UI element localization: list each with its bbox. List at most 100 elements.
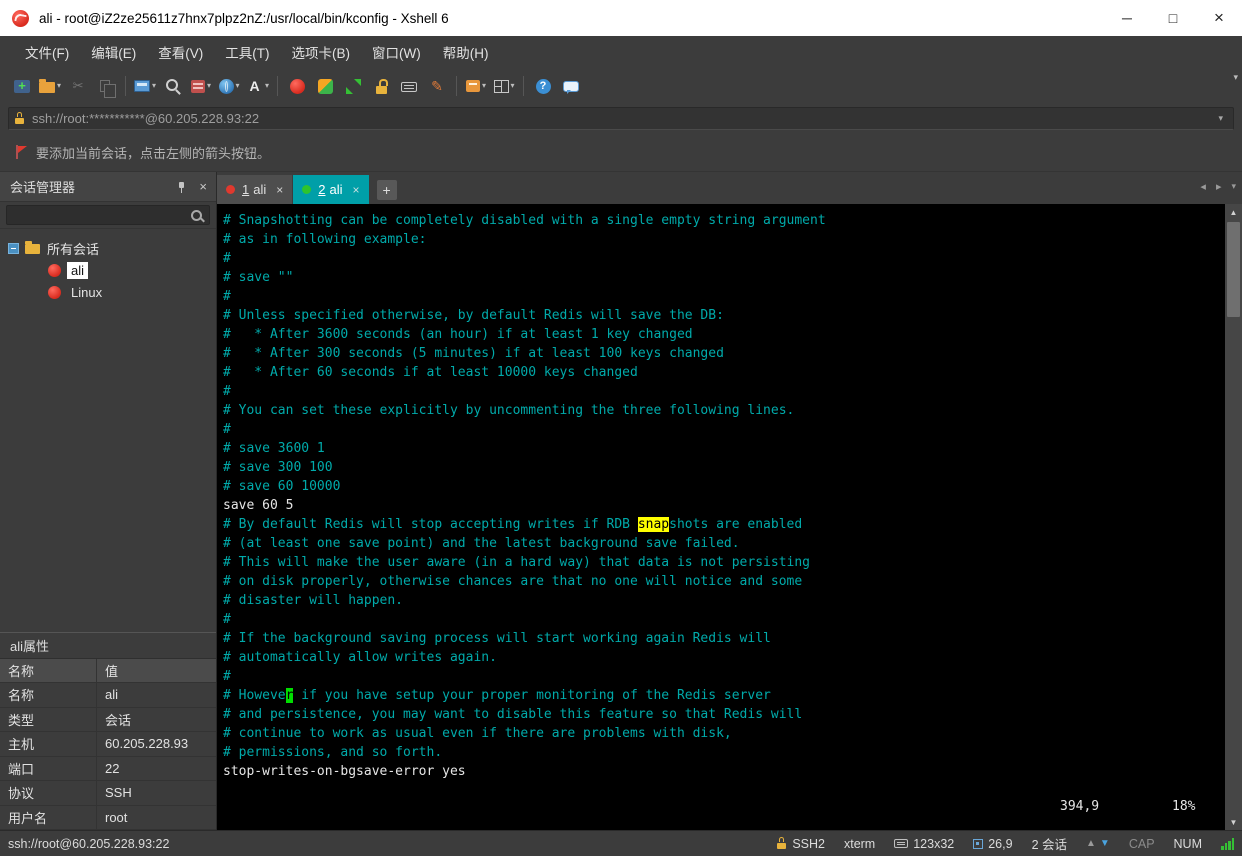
address-url[interactable]: ssh://root:***********@60.205.228.93:22 [32,111,1214,126]
scrollbar-track[interactable] [1225,220,1242,814]
panel-close-icon[interactable]: × [196,179,210,194]
session-tab-2[interactable]: 2 ali × [293,175,369,204]
property-key: 名称 [0,683,97,707]
terminal-line: # save 60 10000 [223,479,341,494]
xshell-icon[interactable] [283,72,311,100]
close-button[interactable]: × [1196,0,1242,36]
vertical-scrollbar[interactable]: ▲ ▼ [1225,204,1242,830]
window-layout-icon [493,79,509,93]
find-icon[interactable] [159,72,187,100]
tab-scroll-left-icon[interactable]: ◂ [1200,180,1206,193]
status-protocol[interactable]: SSH2 [777,837,825,851]
terminal-line: # disaster will happen. [223,593,404,608]
dropdown-caret-icon[interactable]: ▾ [57,82,61,90]
pin-icon[interactable] [176,181,187,193]
maximize-button[interactable]: □ [1150,0,1196,36]
keyboard-icon [894,839,909,848]
property-row: 用户名 root [0,805,216,830]
toolbar-overflow-icon[interactable]: ▾ [1233,72,1238,83]
fullscreen-icon [345,78,362,95]
properties-header-value[interactable]: 值 [97,661,126,680]
vim-ruler-percent: 18% [1172,799,1196,814]
session-label[interactable]: ali [67,261,89,279]
virtual-keyboard-icon[interactable] [395,72,423,100]
menu-item[interactable]: 文件(F) [14,37,80,67]
flag-icon [14,144,27,160]
session-item-Linux[interactable]: Linux [0,281,216,303]
root-folder-label[interactable]: 所有会话 [47,239,99,258]
feedback-chat-icon [563,81,580,94]
menu-item[interactable]: 查看(V) [147,37,214,67]
session-dialog-icon[interactable]: ▾ [131,72,159,100]
session-item-ali[interactable]: ali [0,259,216,281]
new-session-icon[interactable] [8,72,36,100]
transfer-box-icon[interactable]: ▾ [462,72,490,100]
terminal-line: # * After 300 seconds (5 minutes) if at … [223,346,724,361]
properties-header-name[interactable]: 名称 [0,658,97,682]
toolbar-separator [456,76,458,96]
tab-label: ali [253,182,267,197]
tree-root-all-sessions[interactable]: 所有会话 [0,237,216,259]
new-tab-button[interactable]: + [376,180,397,200]
feedback-chat-icon[interactable] [557,72,585,100]
terminal[interactable]: # Snapshotting can be completely disable… [217,204,1225,830]
lock-screen-icon [373,78,390,95]
tab-status-dot [226,185,235,194]
tab-number: 2 [318,182,326,197]
help-icon[interactable] [529,72,557,100]
server-icon[interactable]: ▾ [187,72,215,100]
dropdown-caret-icon[interactable]: ▾ [511,82,515,90]
session-label[interactable]: Linux [67,284,106,301]
open-session-folder-icon[interactable]: ▾ [36,72,64,100]
session-tree: 所有会话 ali Linux [0,229,216,632]
property-value: 60.205.228.93 [105,736,189,752]
dropdown-caret-icon[interactable]: ▾ [482,82,486,90]
tree-expander-icon[interactable] [8,242,19,254]
status-screen-size[interactable]: 123x32 [894,837,954,851]
tab-scroll-right-icon[interactable]: ▸ [1216,180,1222,193]
terminal-line: # [223,251,231,266]
menu-item[interactable]: 帮助(H) [432,37,500,67]
fullscreen-icon[interactable] [339,72,367,100]
scrollbar-down-icon[interactable]: ▼ [1225,814,1242,830]
status-terminal-type[interactable]: xterm [844,837,875,851]
folder-icon [25,241,40,254]
proxy-globe-icon [218,78,234,94]
highlight-pen-icon[interactable] [423,72,451,100]
font-icon [246,78,263,95]
menu-item[interactable]: 工具(T) [214,37,280,67]
address-dropdown-icon[interactable]: ▾ [1214,113,1227,124]
toolbar-separator [125,76,127,96]
status-cursor-position: 26,9 [973,837,1013,851]
minimize-button[interactable]: ─ [1104,0,1150,36]
scrollbar-up-icon[interactable]: ▲ [1225,204,1242,220]
terminal-line: # * After 3600 seconds (an hour) if at l… [223,327,693,342]
dropdown-caret-icon[interactable]: ▾ [236,82,240,90]
dropdown-caret-icon[interactable]: ▾ [207,82,211,90]
menu-item[interactable]: 编辑(E) [80,37,147,67]
status-session-count[interactable]: 2 会话 [1032,834,1067,853]
tab-close-icon[interactable]: × [353,183,360,197]
font-icon[interactable]: ▾ [243,72,272,100]
scroll-top-icon[interactable]: ▲ [1086,838,1096,849]
menu-item[interactable]: 窗口(W) [361,37,432,67]
tab-close-icon[interactable]: × [276,183,283,197]
scroll-bottom-icon[interactable]: ▼ [1100,838,1110,849]
lock-screen-icon[interactable] [367,72,395,100]
dropdown-caret-icon[interactable]: ▾ [152,82,156,90]
session-tab-1[interactable]: 1 ali × [217,175,293,204]
session-search-input[interactable] [6,205,210,225]
scrollbar-thumb[interactable] [1227,222,1240,317]
cursor-position-icon [973,838,984,849]
tab-list-dropdown-icon[interactable]: ▾ [1231,181,1236,192]
terminal-line: # as in following example: [223,232,427,247]
status-scroll-arrows[interactable]: ▲ ▼ [1086,838,1110,849]
proxy-globe-icon[interactable]: ▾ [215,72,243,100]
session-list: ali Linux [0,259,216,303]
menu-item[interactable]: 选项卡(B) [281,37,362,67]
xftp-icon[interactable] [311,72,339,100]
address-field[interactable]: ssh://root:***********@60.205.228.93:22 … [8,107,1234,130]
dropdown-caret-icon[interactable]: ▾ [265,82,269,90]
window-layout-icon[interactable]: ▾ [490,72,518,100]
status-caps-lock: CAP [1128,836,1155,851]
